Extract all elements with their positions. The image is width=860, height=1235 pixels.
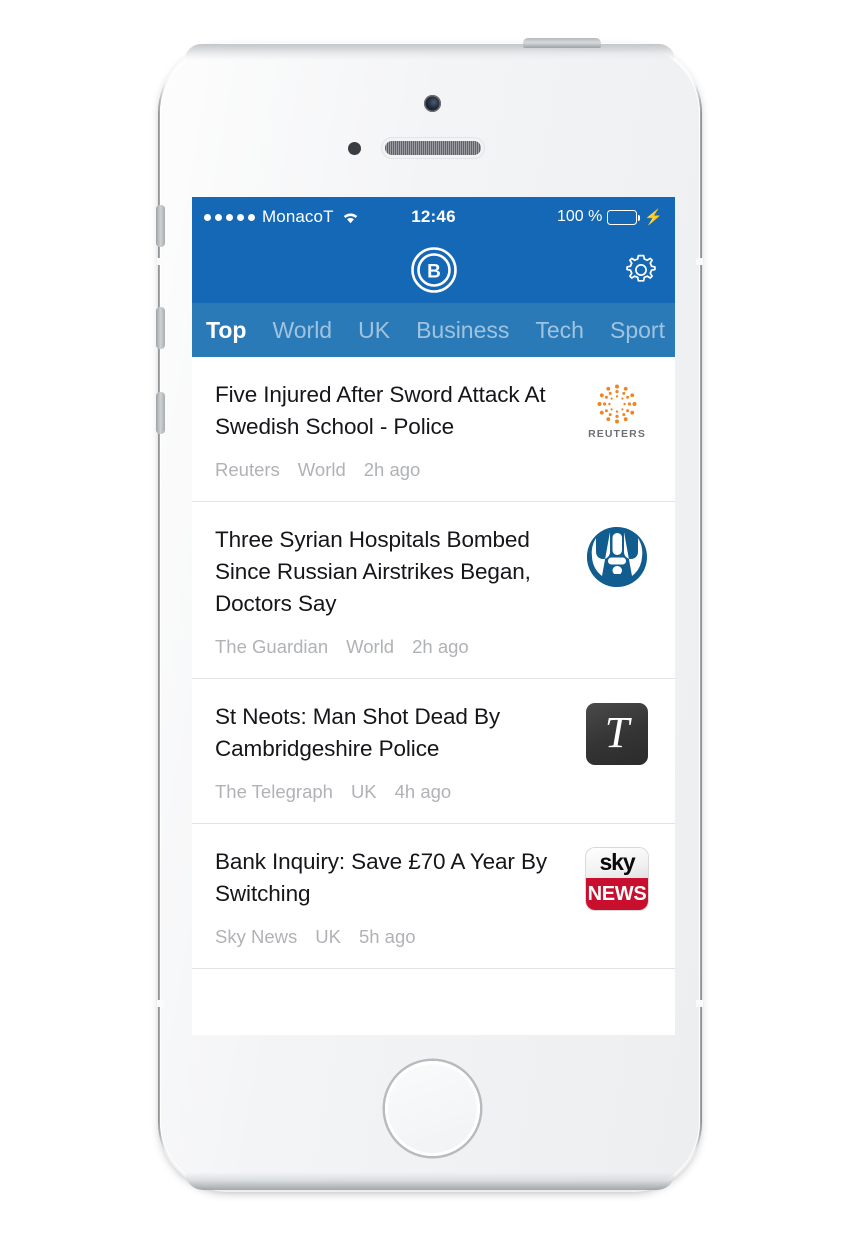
volume-down-button-icon[interactable] — [156, 392, 165, 434]
tab-world[interactable]: World — [272, 317, 332, 344]
sky-news-logo: sky NEWS — [586, 848, 648, 910]
svg-text:B: B — [427, 262, 441, 283]
phone-mockup: MonacoT 12:46 100 % ⚡ B Top World UK Bus… — [0, 0, 860, 1235]
article-category: World — [346, 636, 395, 657]
reuters-wordmark: REUTERS — [588, 428, 646, 440]
article-timestamp: 2h ago — [412, 636, 469, 657]
article-meta: Reuters World 2h ago — [215, 459, 567, 481]
home-button-icon[interactable] — [385, 1061, 480, 1156]
article-list-item[interactable]: Bank Inquiry: Save £70 A Year By Switchi… — [192, 824, 675, 969]
sky-logo-bottom: NEWS — [586, 877, 648, 910]
tab-business[interactable]: Business — [416, 317, 509, 344]
article-source-logo: sky NEWS — [581, 846, 653, 910]
article-category: UK — [350, 781, 377, 802]
telegraph-logo: T — [586, 703, 648, 765]
article-list: Five Injured After Sword Attack At Swedi… — [192, 357, 675, 997]
wifi-icon — [341, 210, 360, 225]
antenna-break — [696, 1000, 703, 1007]
article-source: The Guardian — [215, 636, 329, 657]
article-source-logo: T — [581, 701, 653, 765]
tab-top[interactable]: Top — [206, 317, 246, 344]
article-timestamp: 5h ago — [358, 926, 416, 947]
status-bar-left: MonacoT — [204, 207, 360, 227]
article-list-item[interactable]: Three Syrian Hospitals Bombed Since Russ… — [192, 502, 675, 679]
carrier-label: MonacoT — [262, 207, 334, 226]
article-source: Sky News — [215, 926, 298, 947]
guardian-logo — [586, 526, 648, 588]
article-meta: The Telegraph UK 4h ago — [215, 781, 567, 803]
volume-up-button-icon[interactable] — [156, 307, 165, 349]
tab-sport[interactable]: Sport — [610, 317, 665, 344]
article-timestamp: 2h ago — [363, 459, 421, 480]
antenna-break — [157, 1000, 164, 1007]
tab-uk[interactable]: UK — [358, 317, 390, 344]
tab-tech[interactable]: Tech — [535, 317, 584, 344]
status-bar: MonacoT 12:46 100 % ⚡ — [192, 197, 675, 237]
battery-icon — [607, 209, 641, 225]
article-list-item[interactable]: Five Injured After Sword Attack At Swedi… — [192, 357, 675, 502]
article-content: Bank Inquiry: Save £70 A Year By Switchi… — [215, 846, 581, 948]
article-timestamp: 4h ago — [394, 781, 452, 802]
status-bar-right: 100 % ⚡ — [557, 208, 663, 226]
article-headline: Three Syrian Hospitals Bombed Since Russ… — [215, 527, 531, 616]
category-tab-strip[interactable]: Top World UK Business Tech Sport — [192, 303, 675, 357]
gear-icon — [624, 253, 658, 287]
article-content: Five Injured After Sword Attack At Swedi… — [215, 379, 581, 481]
article-meta: The Guardian World 2h ago — [215, 636, 567, 658]
article-content: Three Syrian Hospitals Bombed Since Russ… — [215, 524, 581, 658]
power-button-icon[interactable] — [523, 38, 601, 48]
proximity-sensor-icon — [348, 142, 361, 155]
article-headline: Bank Inquiry: Save £70 A Year By Switchi… — [215, 849, 548, 906]
article-category: World — [297, 459, 346, 480]
antenna-break — [696, 258, 703, 265]
earpiece-speaker-icon — [385, 141, 481, 155]
article-source-logo: REUTERS — [581, 379, 653, 440]
phone-screen: MonacoT 12:46 100 % ⚡ B Top World UK Bus… — [192, 197, 675, 1035]
lightning-bolt-icon: ⚡ — [644, 208, 663, 226]
article-source-logo — [581, 524, 653, 588]
article-content: St Neots: Man Shot Dead By Cambridgeshir… — [215, 701, 581, 803]
sky-logo-text: sky — [599, 849, 635, 876]
signal-strength-icon — [204, 213, 255, 221]
rim-bottom-shading — [185, 1172, 675, 1190]
settings-button[interactable] — [621, 250, 661, 290]
telegraph-logo-letter: T — [604, 708, 630, 757]
battery-percent-label: 100 % — [556, 208, 603, 225]
app-nav-bar: B — [192, 237, 675, 303]
article-headline: St Neots: Man Shot Dead By Cambridgeshir… — [215, 704, 501, 761]
app-logo-b-icon[interactable]: B — [410, 246, 458, 294]
article-meta: Sky News UK 5h ago — [215, 926, 567, 948]
article-source: The Telegraph — [215, 781, 333, 802]
sky-logo-top: sky — [586, 848, 648, 878]
article-headline: Five Injured After Sword Attack At Swedi… — [215, 382, 546, 439]
article-category: UK — [315, 926, 341, 947]
silent-switch-icon[interactable] — [156, 205, 165, 247]
reuters-logo: REUTERS — [585, 381, 649, 440]
article-list-item[interactable]: St Neots: Man Shot Dead By Cambridgeshir… — [192, 679, 675, 824]
rim-top-shading — [185, 44, 675, 60]
front-camera-icon — [424, 95, 441, 112]
news-logo-text: NEWS — [587, 882, 647, 905]
article-source: Reuters — [215, 459, 280, 480]
next-article-partial-row[interactable] — [192, 969, 675, 997]
antenna-break — [157, 258, 164, 265]
